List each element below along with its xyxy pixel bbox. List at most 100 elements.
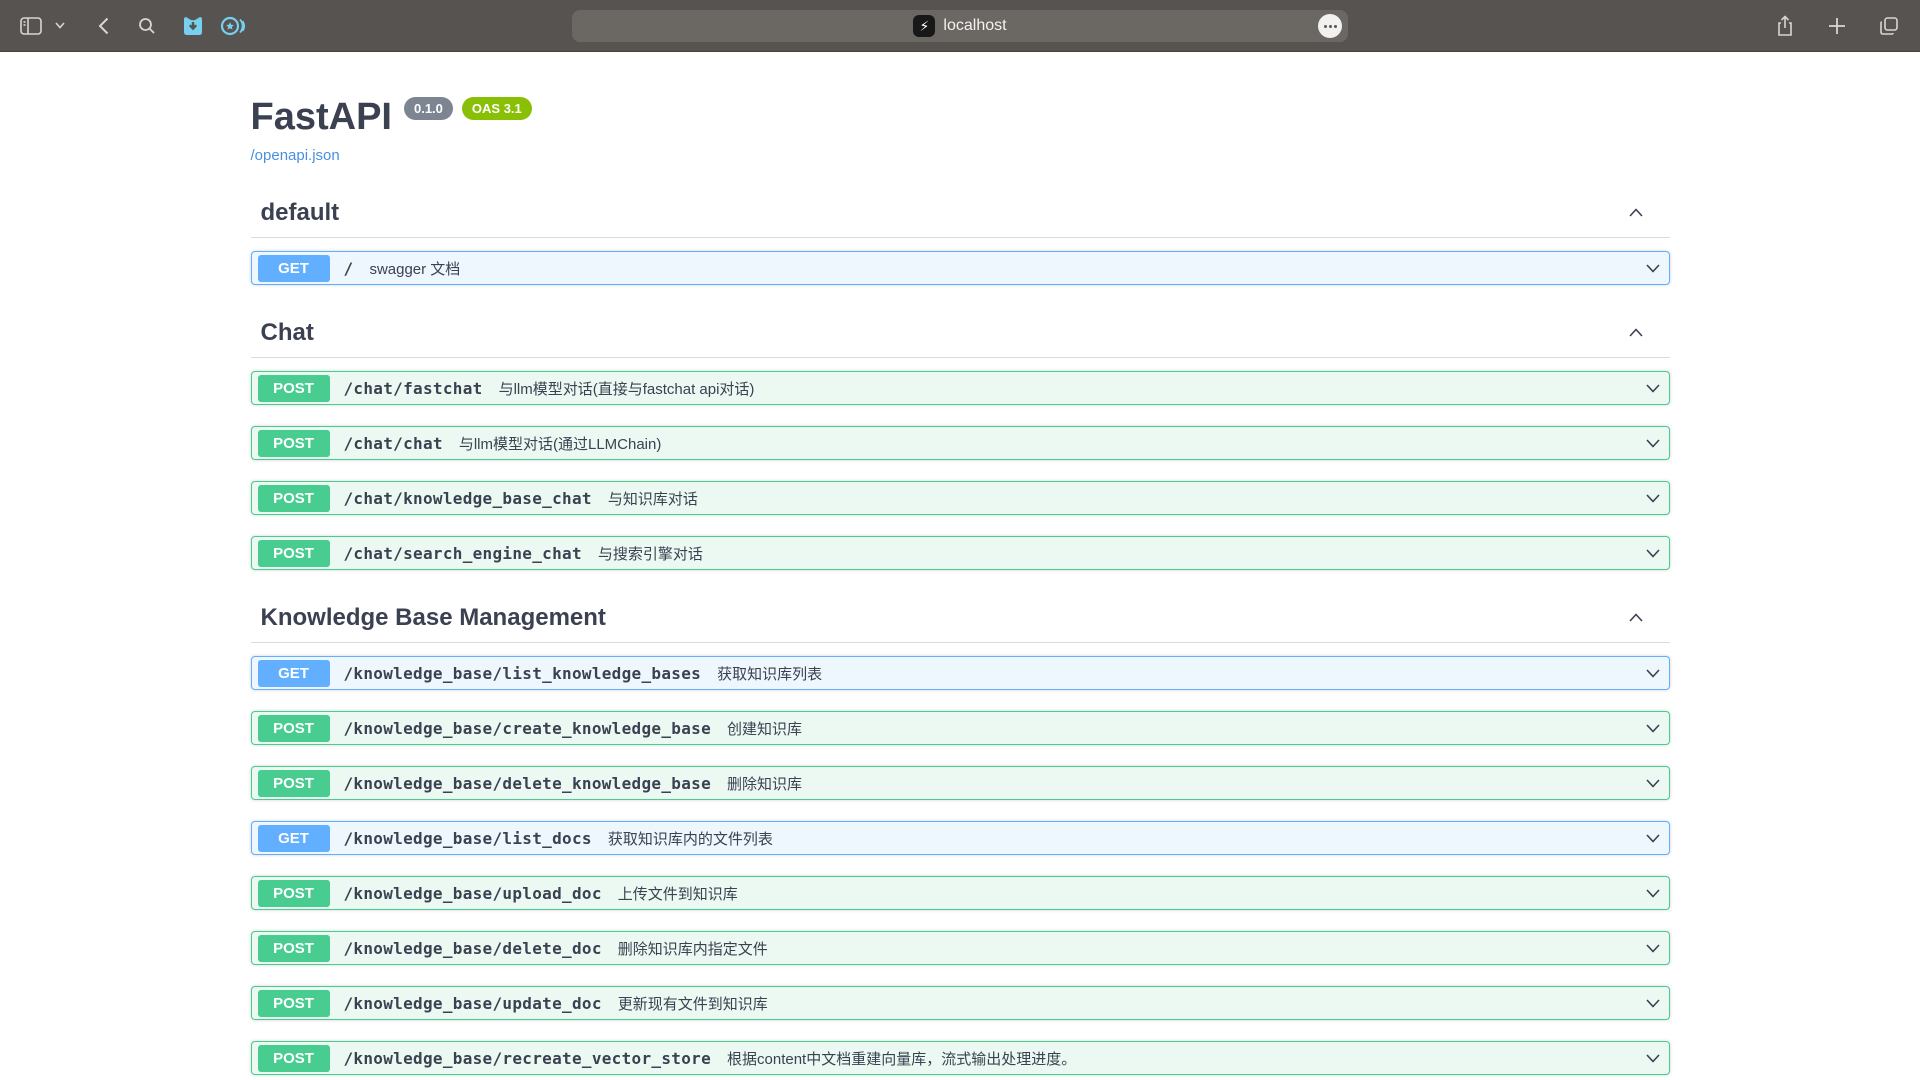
expand-icon[interactable] [1643,993,1663,1013]
method-badge: POST [258,935,330,962]
endpoint-row[interactable]: GET / swagger 文档 [251,251,1670,285]
endpoint-description: 上传文件到知识库 [618,883,738,904]
endpoint-path: /knowledge_base/create_knowledge_base [344,719,712,738]
section-header[interactable]: Chat [251,315,1670,358]
endpoint-row[interactable]: GET /knowledge_base/list_docs 获取知识库内的文件列… [251,821,1670,855]
endpoint-description: 根据content中文档重建向量库，流式输出处理进度。 [727,1048,1076,1069]
search-button[interactable] [132,11,162,41]
expand-icon[interactable] [1643,1048,1663,1068]
endpoint-row[interactable]: POST /chat/knowledge_base_chat 与知识库对话 [251,481,1670,515]
api-sections: default GET / swagger 文档 Chat POST [251,195,1670,1075]
swagger-page: FastAPI 0.1.0 OAS 3.1 /openapi.json defa… [0,52,1920,1075]
endpoint-description: 获取知识库列表 [717,663,822,684]
endpoint-row[interactable]: GET /knowledge_base/list_knowledge_bases… [251,656,1670,690]
collapse-icon[interactable] [1626,608,1646,628]
sidebar-toggle-button[interactable] [16,11,46,41]
chevron-down-icon [55,22,65,29]
extension-bookmark-icon [182,14,204,38]
collapse-icon[interactable] [1626,203,1646,223]
expand-icon[interactable] [1643,883,1663,903]
endpoint-path: / [344,259,354,278]
method-badge: GET [258,660,330,687]
extension-bookmark-button[interactable] [178,11,208,41]
endpoint-description: 更新现有文件到知识库 [618,993,768,1014]
section-title: Chat [261,319,314,347]
endpoint-row[interactable]: POST /knowledge_base/delete_knowledge_ba… [251,766,1670,800]
method-badge: POST [258,770,330,797]
endpoint-list: GET / swagger 文档 [251,251,1670,285]
method-badge: POST [258,1045,330,1072]
tag-section: default GET / swagger 文档 [251,195,1670,285]
expand-icon[interactable] [1643,543,1663,563]
method-badge: POST [258,540,330,567]
endpoint-description: 删除知识库内指定文件 [618,938,768,959]
expand-icon[interactable] [1643,433,1663,453]
extension-rings-button[interactable] [218,11,248,41]
api-info: FastAPI 0.1.0 OAS 3.1 /openapi.json [251,96,1670,165]
endpoint-description: swagger 文档 [369,258,460,279]
endpoint-description: 创建知识库 [727,718,802,739]
endpoint-description: 获取知识库内的文件列表 [608,828,773,849]
section-header[interactable]: default [251,195,1670,238]
endpoint-row[interactable]: POST /chat/fastchat 与llm模型对话(直接与fastchat… [251,371,1670,405]
back-icon [98,17,109,35]
more-options-button[interactable] [1318,14,1342,38]
expand-icon[interactable] [1643,828,1663,848]
endpoint-path: /knowledge_base/recreate_vector_store [344,1049,712,1068]
section-header[interactable]: Knowledge Base Management [251,600,1670,643]
method-badge: POST [258,715,330,742]
endpoint-row[interactable]: POST /knowledge_base/create_knowledge_ba… [251,711,1670,745]
expand-icon[interactable] [1643,378,1663,398]
method-badge: POST [258,485,330,512]
method-badge: GET [258,825,330,852]
expand-icon[interactable] [1643,718,1663,738]
more-options-icon [1324,25,1337,28]
share-button[interactable] [1770,11,1800,41]
share-icon [1776,15,1794,37]
endpoint-row[interactable]: POST /knowledge_base/upload_doc 上传文件到知识库 [251,876,1670,910]
endpoint-path: /knowledge_base/list_docs [344,829,592,848]
tab-overview-icon [1879,16,1899,36]
address-bar-host: localhost [943,17,1006,35]
page-title: FastAPI 0.1.0 OAS 3.1 [251,96,1670,139]
expand-icon[interactable] [1643,773,1663,793]
endpoint-list: POST /chat/fastchat 与llm模型对话(直接与fastchat… [251,371,1670,570]
oas-badge: OAS 3.1 [462,97,532,120]
endpoint-row[interactable]: POST /chat/search_engine_chat 与搜索引擎对话 [251,536,1670,570]
page-favicon: ⚡ [913,15,935,37]
extension-rings-icon [220,14,246,38]
expand-icon[interactable] [1643,663,1663,683]
endpoint-row[interactable]: POST /chat/chat 与llm模型对话(通过LLMChain) [251,426,1670,460]
sidebar-menu-button[interactable] [52,11,68,41]
endpoint-list: GET /knowledge_base/list_knowledge_bases… [251,656,1670,1075]
endpoint-description: 与llm模型对话(直接与fastchat api对话) [499,378,755,399]
endpoint-path: /knowledge_base/update_doc [344,994,602,1013]
endpoint-row[interactable]: POST /knowledge_base/update_doc 更新现有文件到知… [251,986,1670,1020]
endpoint-row[interactable]: POST /knowledge_base/delete_doc 删除知识库内指定… [251,931,1670,965]
collapse-icon[interactable] [1626,323,1646,343]
new-tab-icon [1828,17,1846,35]
endpoint-path: /knowledge_base/delete_knowledge_base [344,774,712,793]
method-badge: GET [258,255,330,282]
method-badge: POST [258,990,330,1017]
new-tab-button[interactable] [1822,11,1852,41]
sidebar-toggle-icon [20,17,42,35]
search-icon [138,17,156,35]
tag-section: Knowledge Base Management GET /knowledge… [251,600,1670,1075]
endpoint-path: /knowledge_base/upload_doc [344,884,602,903]
tab-overview-button[interactable] [1874,11,1904,41]
openapi-link[interactable]: /openapi.json [251,147,340,164]
expand-icon[interactable] [1643,488,1663,508]
back-button[interactable] [88,11,118,41]
api-title-text: FastAPI [251,96,392,139]
endpoint-path: /chat/search_engine_chat [344,544,582,563]
endpoint-description: 与搜索引擎对话 [598,543,703,564]
section-title: default [261,199,340,227]
endpoint-description: 与llm模型对话(通过LLMChain) [459,433,662,454]
section-title: Knowledge Base Management [261,604,606,632]
address-bar[interactable]: ⚡ localhost [572,10,1348,42]
endpoint-row[interactable]: POST /knowledge_base/recreate_vector_sto… [251,1041,1670,1075]
expand-icon[interactable] [1643,938,1663,958]
expand-icon[interactable] [1643,258,1663,278]
endpoint-description: 与知识库对话 [608,488,698,509]
